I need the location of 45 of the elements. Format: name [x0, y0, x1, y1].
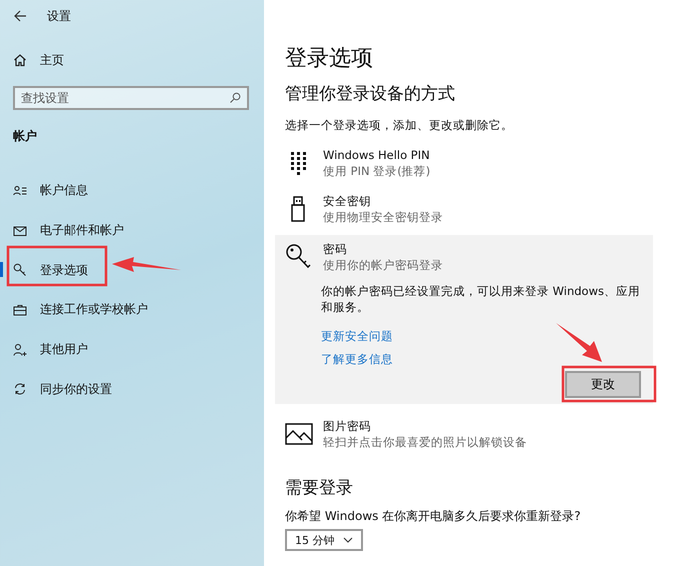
section-title: 管理你登录设备的方式 [285, 83, 456, 106]
change-button[interactable]: 更改 [565, 371, 641, 398]
option-detail-text: 你的帐户密码已经设置完成，可以用来登录 Windows、应用和服务。 [321, 283, 641, 315]
timeout-dropdown[interactable]: 15 分钟 [285, 529, 362, 551]
option-description: 使用你的帐户密码登录 [323, 257, 443, 273]
home-nav-item[interactable]: 主页 [0, 40, 264, 80]
sidebar-item[interactable]: 其他用户 [0, 330, 264, 370]
option-row[interactable]: 安全密钥 使用物理安全密钥登录 [275, 187, 653, 233]
sidebar-item[interactable]: 登录选项 [0, 250, 264, 290]
arrow-drawing [556, 323, 602, 362]
key-icon [13, 263, 27, 278]
sidebar-item[interactable]: 连接工作或学校帐户 [0, 290, 264, 330]
option-title: 密码 [323, 241, 348, 257]
option-card[interactable]: 密码 使用你的帐户密码登录 你的帐户密码已经设置完成，可以用来登录 Windows、应用和服务。 更新安全问题 了解更多信息 更改 [275, 235, 653, 404]
option-title: Windows Hello PIN [323, 147, 430, 163]
briefcase-icon [13, 302, 27, 317]
intro-text: 选择一个登录选项，添加、更改或删除它。 [285, 118, 514, 133]
option-description: 使用物理安全密钥登录 [323, 209, 443, 225]
option-row[interactable]: 图片密码 轻扫并点击你最喜爱的照片以解锁设备 [275, 412, 653, 458]
home-icon [13, 53, 27, 67]
sync-icon [13, 382, 27, 396]
option-title: 图片密码 [323, 418, 372, 434]
back-icon[interactable] [13, 9, 27, 23]
sidebar-item[interactable]: 电子邮件和帐户 [0, 210, 264, 250]
search-icon [229, 92, 241, 104]
sidebar-item[interactable]: 同步你的设置 [0, 369, 264, 410]
chevron-down-icon [342, 537, 352, 543]
mail-icon [13, 224, 27, 238]
option-row[interactable]: Windows Hello PIN 使用 PIN 登录(推荐) [275, 141, 653, 187]
window-title: 设置 [47, 8, 71, 24]
page-title: 登录选项 [285, 45, 374, 73]
option-description: 使用 PIN 登录(推荐) [323, 163, 430, 179]
arrow-drawing [112, 257, 181, 272]
sidebar-item[interactable]: 帐户信息 [0, 171, 264, 211]
question-text: 你希望 Windows 在你离开电脑多久后要求你重新登录? [285, 508, 582, 525]
section-title: 需要登录 [285, 477, 354, 500]
person-add-icon [13, 342, 27, 357]
option-description: 轻扫并点击你最喜爱的照片以解锁设备 [323, 434, 527, 450]
option-title: 安全密钥 [323, 193, 372, 209]
person-list-icon [13, 184, 27, 198]
section-heading: 帐户 [12, 128, 38, 145]
link[interactable]: 更新安全问题 [321, 329, 393, 344]
search-field[interactable]: 查找设置 [13, 86, 249, 110]
key-icon [285, 243, 313, 271]
link[interactable]: 了解更多信息 [321, 352, 393, 367]
